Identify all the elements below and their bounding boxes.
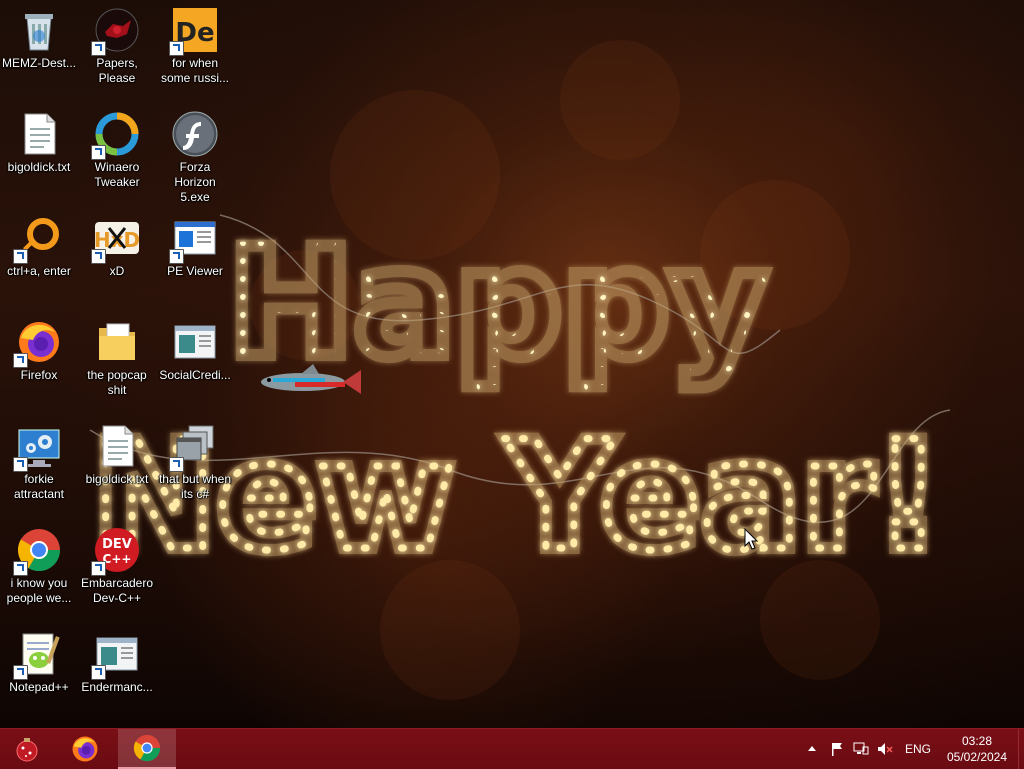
hxd-icon: HxD	[91, 214, 141, 264]
shortcut-arrow-icon	[91, 665, 106, 680]
desktop-icon-bigoldick-txt-2[interactable]: bigoldick.txt	[78, 416, 156, 487]
dev-cpp-icon: DEV C++	[91, 526, 141, 576]
papers-please-icon	[91, 6, 141, 56]
desktop-icon-label: forkie attractant	[13, 472, 65, 501]
network-button[interactable]	[850, 729, 872, 769]
desktop-icon-that-but-when-its-csharp[interactable]: that but when its c#	[156, 416, 234, 502]
desktop-icon-endermanc[interactable]: Endermanc...	[78, 624, 156, 695]
desktop-icon-bigoldick-txt[interactable]: bigoldick.txt	[0, 104, 78, 175]
desktop-icon-notepad-plus-plus[interactable]: Notepad++	[0, 624, 78, 695]
desktop-icon-label: Notepad++	[9, 680, 69, 694]
stacked-windows-icon	[169, 422, 219, 472]
action-center-button[interactable]	[826, 729, 848, 769]
text-file-icon	[15, 110, 63, 158]
volume-muted-icon	[878, 743, 893, 755]
shortcut-arrow-icon	[13, 353, 28, 368]
shortcut-arrow-icon	[169, 41, 184, 56]
chrome-icon	[133, 734, 161, 762]
text-file-icon	[93, 422, 141, 470]
network-icon	[853, 742, 869, 755]
settings-monitor-icon	[13, 422, 63, 472]
desktop-icon-label: bigoldick.txt	[7, 160, 71, 174]
desktop-icon-pe-viewer[interactable]: PE Viewer	[156, 208, 234, 279]
clock-date: 05/02/2024	[946, 750, 1008, 764]
desktop-icon-forza-horizon-5[interactable]: Forza Horizon 5.exe	[156, 104, 234, 205]
shortcut-arrow-icon	[91, 41, 106, 56]
de-app-icon: De	[169, 6, 219, 56]
folder-icon	[93, 318, 141, 366]
window-app-icon	[171, 318, 219, 366]
desktop-icon-label: Winaero Tweaker	[94, 160, 140, 189]
fish-sprite	[261, 364, 361, 394]
flash-player-icon	[171, 110, 219, 158]
ornament-start-icon	[16, 738, 38, 762]
desktop-icon-label: that but when its c#	[158, 472, 232, 501]
shortcut-arrow-icon	[169, 249, 184, 264]
shortcut-arrow-icon	[169, 457, 184, 472]
dev-cpp-bottom-text: C++	[103, 552, 132, 566]
desktop-icon-forkie-attractant[interactable]: forkie attractant	[0, 416, 78, 502]
desktop-icon-firefox[interactable]: Firefox	[0, 312, 78, 383]
window-app-icon	[91, 630, 141, 680]
flag-icon	[832, 743, 842, 756]
desktop-icon-label: the popcap shit	[87, 368, 147, 397]
taskbar-firefox-button[interactable]	[58, 729, 112, 769]
shortcut-arrow-icon	[13, 249, 28, 264]
desktop-icon-memz-recycle-bin[interactable]: MEMZ-Dest...	[0, 0, 78, 71]
recycle-bin-icon	[15, 6, 63, 54]
notepad-plus-plus-icon	[13, 630, 63, 680]
desktop-icon-for-when-some-russi[interactable]: De for when some russi...	[156, 0, 234, 86]
desktop-icon-dev-cpp[interactable]: DEV C++ Embarcadero Dev-C++	[78, 520, 156, 606]
taskbar: ENG 03:28 05/02/2024	[0, 728, 1024, 769]
shortcut-arrow-icon	[91, 145, 106, 160]
language-indicator[interactable]: ENG	[900, 729, 936, 769]
pe-viewer-icon	[169, 214, 219, 264]
clock-time: 03:28	[961, 734, 993, 748]
desktop-icon-label: PE Viewer	[167, 264, 223, 278]
dev-cpp-top-text: DEV	[102, 537, 132, 552]
chevron-up-icon	[808, 746, 816, 751]
desktop-background[interactable]: Happy Happy New Year! New Year! MEMZ-Des…	[0, 0, 1024, 728]
mouse-cursor-icon	[744, 528, 758, 550]
shortcut-arrow-icon	[91, 561, 106, 576]
desktop-icon-xd[interactable]: HxD xD	[78, 208, 156, 279]
volume-button[interactable]	[874, 729, 896, 769]
desktop-icon-label: Forza Horizon 5.exe	[174, 160, 216, 204]
desktop-icon-label: bigoldick.txt	[85, 472, 149, 486]
shortcut-arrow-icon	[13, 665, 28, 680]
shortcut-arrow-icon	[91, 249, 106, 264]
desktop-icon-ctrl-a-enter[interactable]: ctrl+a, enter	[0, 208, 78, 279]
desktop-icon-papers-please[interactable]: Papers, Please	[78, 0, 156, 86]
firefox-icon	[13, 318, 63, 368]
desktop-icon-label: Firefox	[20, 368, 58, 382]
desktop-icon-label: i know you people we...	[6, 576, 72, 605]
clock-button[interactable]: 03:28 05/02/2024	[942, 729, 1012, 769]
desktop-icon-label: Endermanc...	[81, 680, 153, 694]
desktop-icon-winaero-tweaker[interactable]: Winaero Tweaker	[78, 104, 156, 190]
show-desktop-button[interactable]	[1018, 729, 1024, 769]
winaero-tweaker-icon	[91, 110, 141, 160]
desktop-icon-label: ctrl+a, enter	[7, 264, 71, 278]
firefox-icon	[72, 736, 98, 762]
shortcut-arrow-icon	[13, 457, 28, 472]
orange-ring-icon	[13, 214, 63, 264]
taskbar-chrome-button[interactable]	[118, 729, 176, 769]
chrome-icon	[13, 526, 63, 576]
desktop-icon-popcap-folder[interactable]: the popcap shit	[78, 312, 156, 398]
start-button[interactable]	[0, 729, 54, 769]
desktop-icon-label: xD	[109, 264, 125, 278]
desktop-icon-label: for when some russi...	[160, 56, 229, 85]
desktop-icon-label: Embarcadero Dev-C++	[80, 576, 154, 605]
desktop-icon-label: Papers, Please	[96, 56, 138, 85]
desktop-icon-label: SocialCredi...	[159, 368, 231, 382]
shortcut-arrow-icon	[13, 561, 28, 576]
desktop-icon-socialcredi[interactable]: SocialCredi...	[156, 312, 234, 383]
desktop-icon-label: MEMZ-Dest...	[2, 56, 76, 70]
desktop-icon-chrome-shortcut[interactable]: i know you people we...	[0, 520, 78, 606]
show-hidden-icons-button[interactable]	[802, 729, 822, 769]
